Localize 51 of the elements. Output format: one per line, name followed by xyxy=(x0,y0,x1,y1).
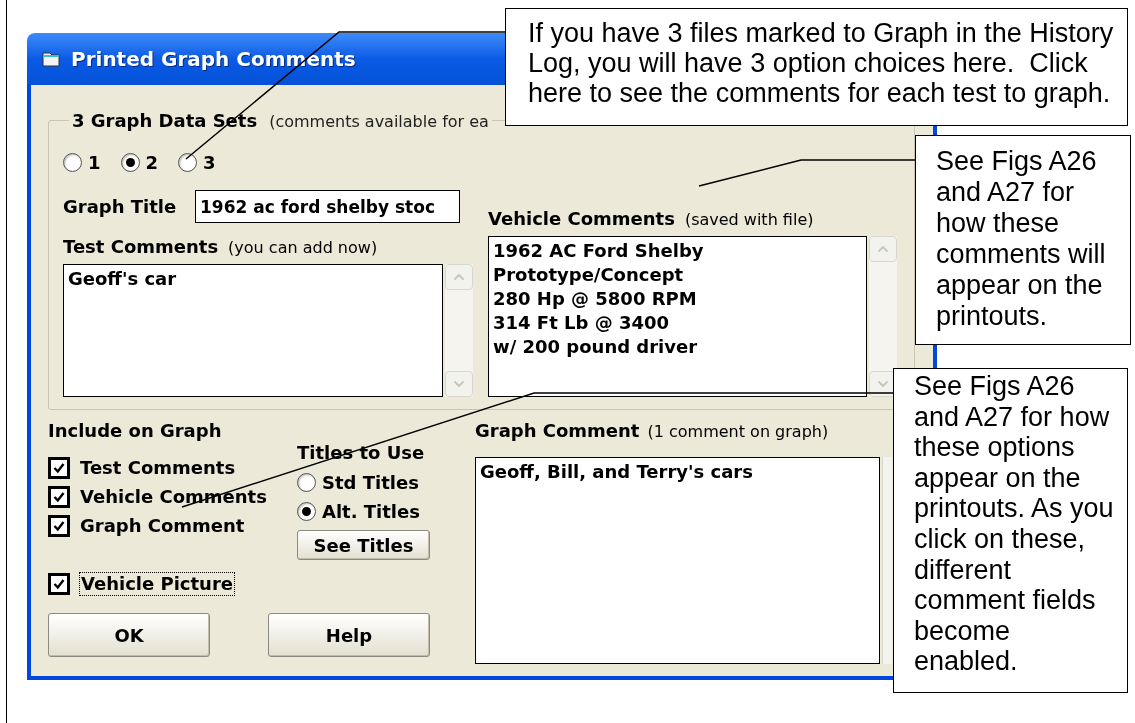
field-label: Test Comments xyxy=(63,235,219,259)
checkmark-icon xyxy=(53,462,65,474)
window-icon xyxy=(41,50,61,68)
field-note: (you can add now) xyxy=(228,237,378,259)
dialog-button[interactable]: Help xyxy=(268,613,430,657)
radio-button[interactable] xyxy=(63,152,82,172)
dialog-button[interactable]: OK xyxy=(48,613,210,657)
option-label: 1 xyxy=(88,151,101,173)
checkbox-label: Graph Comment xyxy=(80,515,245,537)
checkbox-option[interactable]: Test Comments xyxy=(48,457,297,479)
option-label: Std Titles xyxy=(322,471,419,493)
radio-option[interactable]: Std Titles xyxy=(297,471,420,493)
group-note: (comments available for ea xyxy=(269,111,489,133)
checkbox[interactable] xyxy=(48,486,70,508)
option-label: Alt. Titles xyxy=(322,500,420,522)
checkbox-option[interactable]: Graph Comment xyxy=(48,515,297,537)
callout-text: If you have 3 files marked to Graph in the History Log, you will have 3 option choices here. Click here to see the comments for each test to graph. xyxy=(505,8,1128,126)
checkbox[interactable] xyxy=(48,457,70,479)
checkmark-icon xyxy=(53,578,65,590)
radio-option[interactable]: 1 xyxy=(63,151,101,173)
radio-option[interactable]: 2 xyxy=(120,151,159,173)
section-title: Include on Graph xyxy=(48,420,223,441)
checkbox[interactable] xyxy=(48,515,70,537)
radio-button[interactable] xyxy=(120,152,140,172)
field-note: (saved with file) xyxy=(684,209,814,231)
input-field[interactable]: 1962 ac ford shelby stoc xyxy=(195,190,460,223)
callout-text: See Figs A26 and A27 for how these comments will appear on the printouts. xyxy=(915,135,1131,345)
field-label: Graph Title xyxy=(63,195,178,219)
comment-field[interactable]: 1962 AC Ford Shelby Prototype/Concept 280 Hp @ 5800 RPM 314 Ft Lb @ 3400 w/ 200 pound driver xyxy=(488,236,868,397)
field-label: Vehicle Comments xyxy=(488,207,675,231)
radio-option[interactable]: 3 xyxy=(178,151,216,173)
option-label: 2 xyxy=(145,151,159,173)
comment-field[interactable]: Geoff's car xyxy=(63,264,443,397)
checkbox-label: Vehicle Picture xyxy=(80,573,234,595)
radio-button[interactable] xyxy=(297,472,316,492)
radio-option[interactable]: Alt. Titles xyxy=(297,500,420,522)
see-titles-button[interactable]: See Titles xyxy=(297,530,430,560)
checkmark-icon xyxy=(53,520,65,532)
callout-text: See Figs A26 and A27 for how these options appear on the printouts. As you click on these, different comment fields become enabled. xyxy=(893,368,1128,693)
scrollbar[interactable] xyxy=(882,457,892,664)
checkbox-label: Test Comments xyxy=(80,457,236,479)
comment-field[interactable]: Geoff, Bill, and Terry's cars xyxy=(475,457,880,664)
checkmark-icon xyxy=(53,491,65,503)
option-label: 3 xyxy=(203,151,216,173)
radio-button[interactable] xyxy=(297,501,316,521)
checkbox-option[interactable]: Vehicle Picture xyxy=(48,573,475,595)
checkbox[interactable] xyxy=(48,573,70,595)
radio-button[interactable] xyxy=(178,152,198,172)
field-label: Graph Comment xyxy=(475,420,640,441)
field-note: (1 comment on graph) xyxy=(647,421,829,443)
section-title: Titles to Use xyxy=(297,442,425,463)
